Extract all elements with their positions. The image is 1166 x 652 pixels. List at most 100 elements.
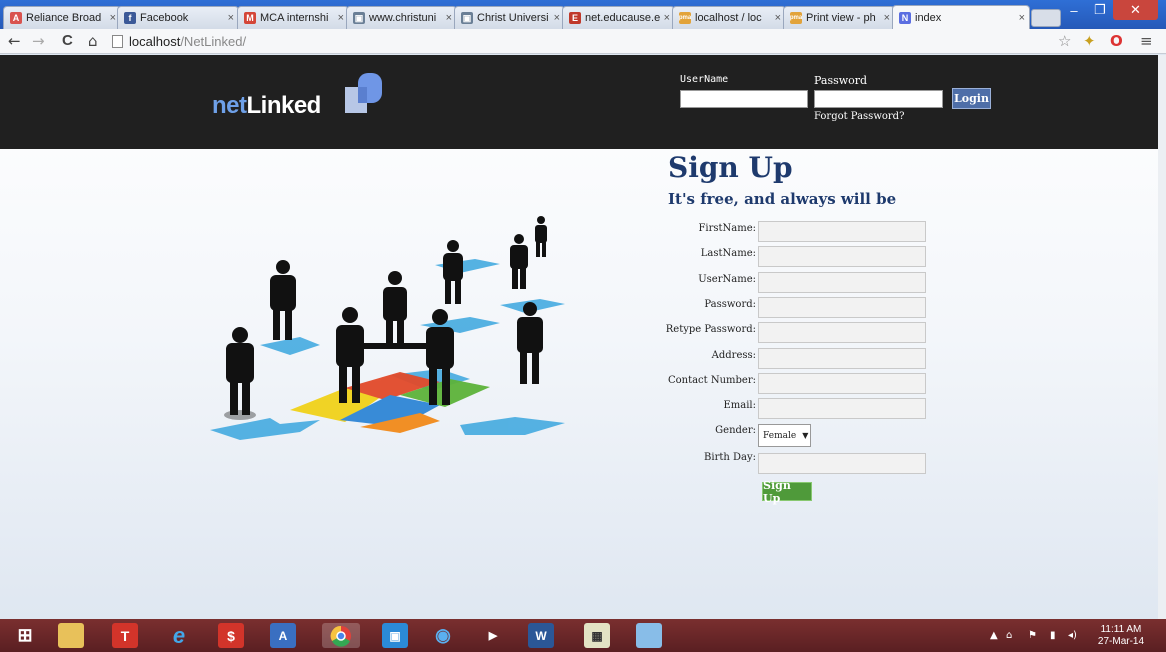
- a-app-icon[interactable]: A: [270, 623, 296, 648]
- signup-field-input[interactable]: [758, 322, 926, 343]
- signup-field-label: FirstName:: [698, 223, 756, 234]
- system-clock[interactable]: 11:11 AM 27-Mar-14: [1090, 624, 1152, 648]
- login-username-input[interactable]: [680, 90, 808, 108]
- internet-explorer-icon[interactable]: e: [166, 623, 192, 648]
- signup-field-label: Password:: [704, 299, 756, 310]
- gender-select[interactable]: Female ▼: [758, 424, 811, 447]
- tab-close-icon[interactable]: ×: [554, 12, 560, 24]
- signup-field-input[interactable]: [758, 373, 926, 394]
- network-tray-icon[interactable]: ⌂: [1006, 630, 1012, 641]
- tray-arrow-icon[interactable]: ▲: [990, 630, 998, 641]
- tab-close-icon[interactable]: ×: [446, 12, 452, 24]
- tab-title: localhost / loc: [695, 12, 762, 24]
- signup-field-input[interactable]: [758, 221, 926, 242]
- dropdown-arrow-icon: ▼: [802, 431, 809, 440]
- close-window-button[interactable]: ✕: [1113, 0, 1158, 20]
- login-password-input[interactable]: [814, 90, 943, 108]
- power-tray-icon[interactable]: ▮: [1050, 630, 1056, 641]
- browser-tab[interactable]: pma localhost / loc ×: [672, 6, 786, 29]
- volume-tray-icon[interactable]: ◂): [1068, 630, 1077, 641]
- start-windows-icon[interactable]: ⊞: [12, 623, 38, 648]
- word-icon[interactable]: W: [528, 623, 554, 648]
- chrome-icon[interactable]: [322, 623, 360, 648]
- reload-icon[interactable]: C: [62, 32, 73, 49]
- flag-tray-icon[interactable]: ⚑: [1028, 630, 1037, 641]
- browser-tab[interactable]: M MCA internshi ×: [237, 6, 349, 29]
- signup-field-input[interactable]: [758, 272, 926, 293]
- signup-submit-button[interactable]: Sign Up: [762, 479, 812, 505]
- browser-tab[interactable]: ▣ www.christuni ×: [346, 6, 457, 29]
- dollar-app-icon[interactable]: $: [218, 623, 244, 648]
- clock-time: 11:11 AM: [1100, 624, 1142, 635]
- clock-date: 27-Mar-14: [1097, 636, 1145, 647]
- video-player-icon[interactable]: ▶: [480, 623, 506, 648]
- tab-close-icon[interactable]: ×: [110, 12, 116, 24]
- signup-field-label: Retype Password:: [665, 324, 756, 335]
- tab-favicon-icon: M: [244, 12, 256, 24]
- gender-value: Female: [763, 430, 797, 441]
- windows-taskbar: ⊞ T e $ A ▣ ◉ ▶ W ▦ ▲ ⌂ ⚑ ▮ ◂) 11:11 AM …: [0, 619, 1166, 652]
- minimize-button[interactable]: –: [1061, 0, 1087, 20]
- browser-tab[interactable]: ▣ Christ Universi ×: [454, 6, 565, 29]
- logo-mark-icon: [345, 73, 382, 113]
- signup-field-input[interactable]: [758, 297, 926, 318]
- browser-tab[interactable]: Nindex ×: [892, 5, 1030, 29]
- signup-subtitle: It's free, and always will be: [668, 190, 897, 208]
- browser-tab[interactable]: A Reliance Broad ×: [3, 6, 121, 29]
- notes-app-icon[interactable]: [636, 623, 662, 648]
- tab-title: net.educause.e: [585, 12, 661, 24]
- address-host: localhost: [129, 33, 181, 49]
- signup-title: Sign Up: [668, 151, 793, 184]
- page-icon: [112, 34, 123, 48]
- browser-tab[interactable]: Enet.educause.e ×: [562, 6, 675, 29]
- signup-field-label: LastName:: [700, 248, 756, 259]
- tab-close-icon[interactable]: ×: [664, 12, 670, 24]
- signup-field-label: Contact Number:: [667, 375, 756, 386]
- back-icon[interactable]: ←: [8, 32, 21, 50]
- tab-close-icon[interactable]: ×: [1019, 12, 1025, 24]
- signup-field-input[interactable]: [758, 348, 926, 369]
- browser-tab[interactable]: f Facebook ×: [117, 6, 239, 29]
- tab-close-icon[interactable]: ×: [338, 12, 344, 24]
- page-scrollbar[interactable]: [1158, 55, 1166, 619]
- opera-icon[interactable]: O: [1110, 32, 1123, 50]
- login-button[interactable]: Login: [952, 88, 991, 109]
- file-explorer-icon[interactable]: [58, 623, 84, 648]
- tab-title: Print view - ph: [806, 12, 876, 24]
- tab-favicon-icon: pma: [790, 12, 802, 24]
- tab-title: MCA internshi: [260, 12, 329, 24]
- tab-favicon-icon: A: [10, 12, 22, 24]
- signup-field-label: Address:: [711, 350, 756, 361]
- browser-app-icon[interactable]: ◉: [430, 623, 456, 648]
- chart-app-icon[interactable]: ▦: [584, 623, 610, 648]
- extension-icon[interactable]: ✦: [1083, 32, 1096, 50]
- t-app-icon[interactable]: T: [112, 623, 138, 648]
- media-app-icon[interactable]: ▣: [382, 623, 408, 648]
- signup-field-label: Email:: [723, 400, 756, 411]
- tab-title: Christ Universi: [477, 12, 549, 24]
- bookmark-star-icon[interactable]: ☆: [1058, 32, 1071, 50]
- tab-close-icon[interactable]: ×: [775, 12, 781, 24]
- menu-icon[interactable]: ≡: [1140, 32, 1153, 50]
- username-label: UserName: [680, 74, 729, 85]
- address-bar[interactable]: localhost/NetLinked/: [112, 31, 1052, 51]
- tab-close-icon[interactable]: ×: [884, 12, 890, 24]
- new-tab-button[interactable]: [1031, 9, 1061, 27]
- tab-title: Facebook: [140, 12, 189, 24]
- signup-field-input[interactable]: [758, 398, 926, 419]
- signup-field-label: UserName:: [698, 274, 756, 285]
- page-content: netLinked UserName Password Login Forgot…: [0, 55, 1158, 619]
- forward-icon[interactable]: →: [32, 32, 45, 50]
- tab-favicon-icon: N: [899, 11, 911, 24]
- signup-field-input[interactable]: [758, 246, 926, 267]
- browser-tab[interactable]: pma Print view - ph ×: [783, 6, 895, 29]
- birthday-input[interactable]: [758, 453, 926, 474]
- tab-close-icon[interactable]: ×: [228, 12, 234, 24]
- maximize-button[interactable]: ❐: [1087, 0, 1113, 20]
- forgot-password-link[interactable]: Forgot Password?: [814, 111, 904, 122]
- tab-favicon-icon: ▣: [353, 12, 365, 24]
- home-icon[interactable]: ⌂: [88, 32, 98, 50]
- tab-favicon-icon: f: [124, 12, 136, 24]
- business-network-illustration: [210, 216, 565, 440]
- site-logo[interactable]: netLinked: [212, 92, 321, 120]
